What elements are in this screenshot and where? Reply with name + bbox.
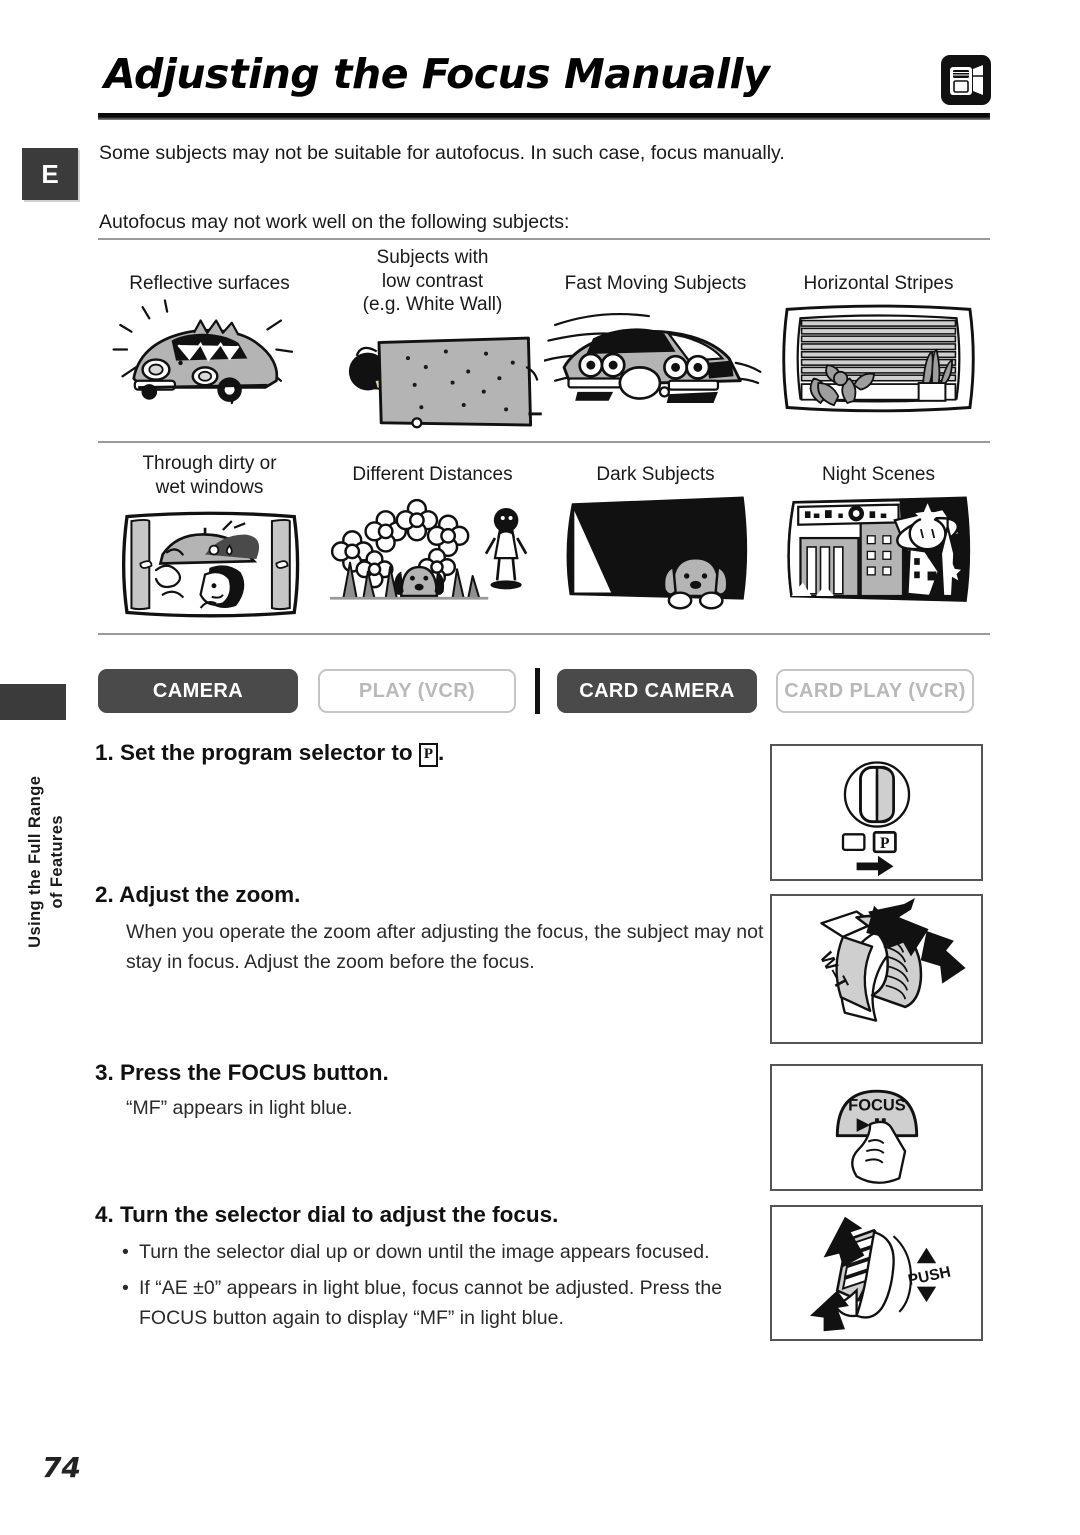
bullet-text: Turn the selector dial up or down until … [139,1241,710,1263]
step-3-heading: 3. Press the FOCUS button. [95,1060,389,1085]
subject-label: Horizontal Stripes [803,273,954,294]
mode-badge-label: CAMERA [152,679,244,702]
step-4-heading: 4. Turn the selector dial to adjust the … [95,1202,559,1227]
subject-cell-low-contrast: Subjects with low contrast (e.g. White W… [321,246,544,437]
fast-car-illustration [544,302,767,414]
step-3-body: “MF” appears in light blue. [126,1097,353,1119]
intro-paragraph: Some subjects may not be suitable for au… [99,142,785,164]
focus-button-label: FOCUS [848,1097,906,1115]
focus-button-illustration: FOCUS [770,1064,983,1191]
program-mode-letter: P [880,835,890,852]
night-city-illustration [767,495,990,607]
step-1-text-after: . [438,740,445,765]
mode-badge-play-vcr[interactable]: PLAY (VCR) [318,669,516,713]
subject-grid-row-2: Through dirty or wet windows Different D… [98,452,990,619]
chapter-vertical-label: Using the Full Range of Features [26,775,66,948]
step-2-heading: 2. Adjust the zoom. [95,882,301,907]
subject-cell-night-scenes: Night Scenes [767,452,990,619]
program-mode-glyph: P [418,743,439,767]
step-2-body: When you operate the zoom after adjustin… [126,921,764,973]
mode-badge-row: CAMERA PLAY (VCR) CARD CAMERA CARD PLAY … [98,668,990,714]
mode-badge-label: CARD PLAY (VCR) [784,679,966,702]
mode-divider [535,668,540,714]
page-number: 74 [42,1451,81,1484]
bullet-text: If “AE ±0” appears in light blue, focus … [139,1277,723,1329]
subject-label: Night Scenes [821,464,935,485]
step-1-number: 1. [95,740,114,765]
page-title: Adjusting the Focus Manually [104,50,770,98]
subject-grid-row-1: Reflective surfaces Subjects with low co… [98,246,990,437]
bullet-dot-icon: • [122,1241,129,1263]
reflective-car-illustration [98,298,321,414]
mode-badge-label: CARD CAMERA [579,679,735,702]
mode-badge-camera[interactable]: CAMERA [98,669,298,713]
mode-badge-card-camera[interactable]: CARD CAMERA [557,669,757,713]
language-tab-label: E [41,158,59,189]
subjects-subheading: Autofocus may not work well on the follo… [99,211,570,233]
subject-label: Fast Moving Subjects [564,273,747,294]
language-tab: E [22,148,78,200]
mode-badge-card-play-vcr[interactable]: CARD PLAY (VCR) [776,669,974,713]
camera-mode-icon [940,54,992,106]
subject-cell-reflective-surfaces: Reflective surfaces [98,246,321,437]
step-4-bullet-list: • Turn the selector dial up or down unti… [122,1238,772,1340]
bullet-dot-icon: • [122,1277,129,1300]
subject-cell-different-distances: Different Distances [321,452,544,619]
selector-dial-illustration: PUSH [770,1205,983,1341]
subject-cell-dirty-windows: Through dirty or wet windows [98,452,321,619]
program-selector-dial-illustration: P [770,744,983,881]
dark-dog-illustration [544,495,767,610]
subject-label: Through dirty or wet windows [142,453,277,498]
window-blinds-illustration [767,302,990,414]
push-label: PUSH [907,1264,953,1290]
white-wall-illustration [321,325,544,437]
mode-badge-label: PLAY (VCR) [358,679,476,702]
subject-label: Reflective surfaces [129,273,290,294]
list-item: • If “AE ±0” appears in light blue, focu… [122,1274,772,1333]
title-underline-rule [98,113,990,120]
divider-rule-middle [98,441,990,443]
step-1-heading: 1. Set the program selector to P. [95,738,735,767]
list-item: • Turn the selector dial up or down unti… [122,1238,772,1267]
divider-rule-top [98,238,990,240]
subject-cell-fast-moving: Fast Moving Subjects [544,246,767,437]
subject-label: Different Distances [352,464,513,485]
subject-cell-dark-subjects: Dark Subjects [544,452,767,619]
step-1-text-before: Set the program selector to [120,740,419,765]
zoom-lever-illustration: W–T [770,894,983,1044]
wet-window-illustration [98,507,321,619]
flowers-distance-illustration [321,495,544,607]
divider-rule-bottom [98,633,990,635]
subject-label: Subjects with low contrast (e.g. White W… [362,247,503,316]
subject-cell-horizontal-stripes: Horizontal Stripes [767,246,990,437]
subject-label: Dark Subjects [596,464,715,485]
